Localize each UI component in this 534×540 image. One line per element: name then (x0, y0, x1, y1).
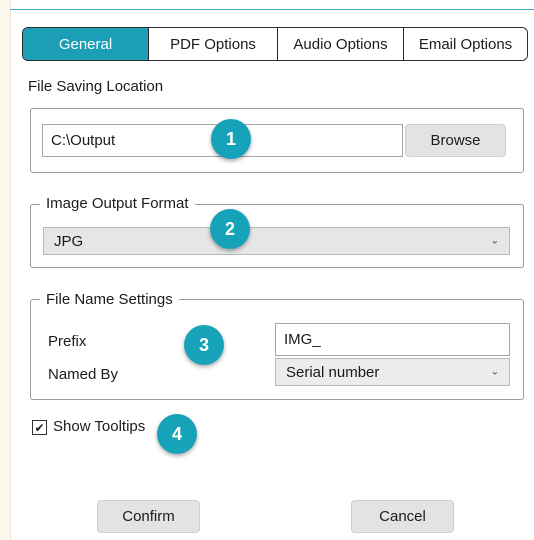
callout-badge-1: 1 (211, 119, 251, 159)
prefix-input[interactable]: IMG_ (275, 323, 510, 356)
named-by-label: Named By (48, 366, 119, 383)
image-output-format-title: Image Output Format (40, 195, 195, 212)
named-by-select[interactable]: Serial number ⌄ (275, 358, 510, 386)
file-saving-location-label: File Saving Location (28, 78, 164, 95)
cancel-button[interactable]: Cancel (351, 500, 454, 533)
tab-email-options[interactable]: Email Options (404, 28, 527, 60)
chevron-down-icon: ⌄ (490, 366, 499, 378)
confirm-button[interactable]: Confirm (97, 500, 200, 533)
tab-pdf-options[interactable]: PDF Options (149, 28, 278, 60)
chevron-down-icon: ⌄ (490, 235, 499, 247)
window-left-edge (0, 0, 11, 540)
file-saving-location-box: C:\Output Browse (30, 108, 524, 173)
tab-general[interactable]: General (23, 28, 149, 60)
image-format-select[interactable]: JPG ⌄ (43, 227, 510, 255)
checkmark-icon: ✔ (34, 420, 45, 435)
image-output-format-group: JPG ⌄ (30, 204, 524, 268)
callout-badge-2: 2 (210, 209, 250, 249)
window-top-accent-line (10, 9, 534, 10)
named-by-value: Serial number (286, 363, 380, 381)
callout-badge-4: 4 (157, 414, 197, 454)
tab-audio-options[interactable]: Audio Options (278, 28, 404, 60)
show-tooltips-label: Show Tooltips (53, 418, 146, 435)
browse-button[interactable]: Browse (405, 124, 506, 157)
image-format-value: JPG (54, 232, 84, 250)
file-name-settings-title: File Name Settings (40, 291, 179, 308)
prefix-label: Prefix (48, 333, 87, 350)
show-tooltips-checkbox[interactable]: ✔ (32, 420, 47, 435)
settings-tabs: General PDF Options Audio Options Email … (22, 27, 528, 61)
file-name-settings-group: Prefix IMG_ Named By Serial number ⌄ (30, 299, 524, 400)
callout-badge-3: 3 (184, 325, 224, 365)
